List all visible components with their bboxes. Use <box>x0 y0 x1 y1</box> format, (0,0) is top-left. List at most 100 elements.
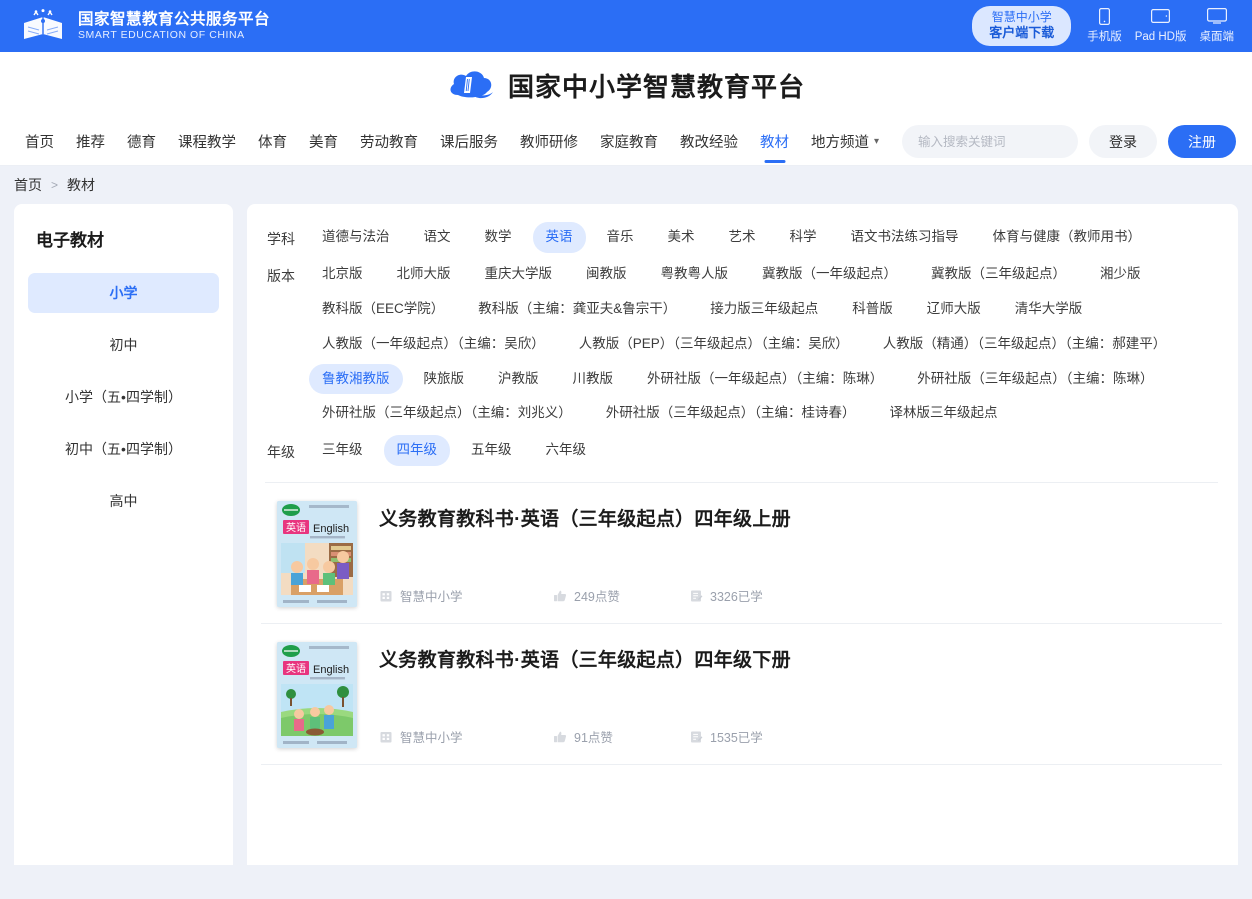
book-learned-label: 3326已学 <box>710 590 763 605</box>
device-link-mobile[interactable]: 手机版 <box>1087 7 1122 44</box>
subject-option[interactable]: 语文书法练习指导 <box>838 222 972 253</box>
open-book-logo-icon <box>24 9 62 39</box>
version-option[interactable]: 人教版（一年级起点）（主编：吴欣） <box>309 329 558 360</box>
version-option[interactable]: 教科版（EEC学院） <box>309 294 457 325</box>
subject-option[interactable]: 艺术 <box>716 222 769 253</box>
version-option[interactable]: 重庆大学版 <box>472 259 566 290</box>
book-learned: 3326已学 <box>689 586 763 605</box>
nav-item-family-education[interactable]: 家庭教育 <box>589 118 669 165</box>
version-option[interactable]: 科普版 <box>839 294 906 325</box>
main-navigation: 首页 推荐 德育 课程教学 体育 美育 劳动教育 课后服务 教师研修 家庭教育 … <box>0 118 1252 166</box>
nav-item-recommend[interactable]: 推荐 <box>65 118 116 165</box>
login-button[interactable]: 登录 <box>1089 125 1157 158</box>
version-option[interactable]: 教科版（主编：龚亚夫&鲁宗干） <box>465 294 689 325</box>
client-download-line2: 客户端下载 <box>989 24 1055 40</box>
sidebar-item-primary[interactable]: 小学 <box>28 273 219 313</box>
version-option[interactable]: 川教版 <box>560 364 627 395</box>
subject-option[interactable]: 科学 <box>777 222 830 253</box>
register-button[interactable]: 注册 <box>1168 125 1236 158</box>
subject-option[interactable]: 美术 <box>655 222 708 253</box>
device-link-pad[interactable]: Pad HD版 <box>1135 7 1187 44</box>
filter-group-subject: 学科 道德与法治 语文 数学 英语 音乐 美术 艺术 科学 语文书法练习指导 体… <box>261 220 1222 255</box>
device-link-desktop-label: 桌面端 <box>1199 31 1235 44</box>
nav-item-moral[interactable]: 德育 <box>116 118 167 165</box>
desktop-icon <box>1206 7 1227 25</box>
main-panel: 学科 道德与法治 语文 数学 英语 音乐 美术 艺术 科学 语文书法练习指导 体… <box>247 204 1238 865</box>
version-option[interactable]: 辽师大版 <box>914 294 994 325</box>
book-likes: 249点赞 <box>553 586 689 605</box>
client-download-button[interactable]: 智慧中小学 客户端下载 <box>972 6 1072 46</box>
sidebar-item-primary-54[interactable]: 小学（五•四学制） <box>28 377 219 417</box>
grade-option[interactable]: 五年级 <box>458 435 525 466</box>
book-likes-label: 249点赞 <box>574 590 620 605</box>
version-option[interactable]: 人教版（精通）（三年级起点）（主编：郝建平） <box>870 329 1180 360</box>
filter-label-grade: 年级 <box>267 444 295 461</box>
book-card[interactable]: 英语 English 义务教育教科书·英语（三年级起点）四年级上册 智慧中小学 … <box>261 483 1222 625</box>
grade-option-grade4[interactable]: 四年级 <box>383 435 450 467</box>
version-option[interactable]: 冀教版（一年级起点） <box>749 259 910 290</box>
version-option[interactable]: 外研社版（三年级起点）（主编：刘兆义） <box>309 398 585 429</box>
version-option[interactable]: 译林版三年级起点 <box>877 398 1011 429</box>
filter-group-version: 版本 北京版 北师大版 重庆大学版 闽教版 粤教粤人版 冀教版（一年级起点） 冀… <box>261 257 1222 431</box>
device-link-pad-label: Pad HD版 <box>1134 31 1187 44</box>
grade-option[interactable]: 六年级 <box>533 435 600 466</box>
version-option[interactable]: 接力版三年级起点 <box>697 294 831 325</box>
thumbs-up-icon <box>554 590 567 601</box>
subject-option[interactable]: 音乐 <box>594 222 647 253</box>
nav-item-afterschool[interactable]: 课后服务 <box>429 118 509 165</box>
nav-item-home[interactable]: 首页 <box>14 118 65 165</box>
nav-item-reform-experience[interactable]: 教改经验 <box>669 118 749 165</box>
book-publisher-label: 智慧中小学 <box>400 731 463 746</box>
version-option[interactable]: 陕旅版 <box>411 364 478 395</box>
search-box[interactable] <box>902 125 1079 158</box>
version-option[interactable]: 冀教版（三年级起点） <box>918 259 1079 290</box>
version-option-lujiaoxiangjiao[interactable]: 鲁教湘教版 <box>309 363 403 395</box>
subject-option[interactable]: 数学 <box>472 222 525 253</box>
nav-item-textbooks[interactable]: 教材 <box>749 118 800 165</box>
phone-icon <box>1098 7 1110 25</box>
version-option[interactable]: 闽教版 <box>573 259 640 290</box>
version-option[interactable]: 北师大版 <box>384 259 464 290</box>
chevron-down-icon: ▾ <box>874 136 880 147</box>
search-input[interactable] <box>918 134 1079 149</box>
book-likes-label: 91点赞 <box>574 731 613 746</box>
version-option[interactable]: 清华大学版 <box>1002 294 1096 325</box>
filter-options-version: 北京版 北师大版 重庆大学版 闽教版 粤教粤人版 冀教版（一年级起点） 冀教版（… <box>305 257 1222 431</box>
nav-item-arts[interactable]: 美育 <box>298 118 349 165</box>
version-option[interactable]: 北京版 <box>309 259 376 290</box>
subject-option-english[interactable]: 英语 <box>532 222 586 253</box>
nav-item-curriculum[interactable]: 课程教学 <box>167 118 247 165</box>
device-link-desktop[interactable]: 桌面端 <box>1199 7 1235 44</box>
sidebar-item-senior[interactable]: 高中 <box>28 481 219 521</box>
subject-option[interactable]: 语文 <box>411 222 464 253</box>
version-option[interactable]: 人教版（PEP）（三年级起点）（主编：吴欣） <box>566 329 862 360</box>
subject-option[interactable]: 道德与法治 <box>309 222 403 253</box>
filter-label-subject: 学科 <box>267 231 295 247</box>
book-title: 义务教育教科书·英语（三年级起点）四年级上册 <box>379 509 791 531</box>
version-option[interactable]: 外研社版（三年级起点）（主编：桂诗春） <box>593 398 869 429</box>
sidebar-item-junior[interactable]: 初中 <box>28 325 219 365</box>
nav-item-labor[interactable]: 劳动教育 <box>349 118 429 165</box>
version-option[interactable]: 沪教版 <box>485 364 552 395</box>
device-link-mobile-label: 手机版 <box>1087 31 1122 44</box>
nav-item-teacher-training[interactable]: 教师研修 <box>509 118 589 165</box>
book-card[interactable]: 英语 English 义务教育教科书·英语（三年级起点）四年级下册 智慧中小学 … <box>261 624 1222 766</box>
subject-option[interactable]: 体育与健康（教师用书） <box>980 222 1155 253</box>
filter-label-version: 版本 <box>267 267 295 284</box>
nav-right-group: 登录 注册 <box>902 125 1236 158</box>
gov-logo[interactable]: 国家智慧教育公共服务平台 SMART EDUCATION OF CHINA <box>20 9 270 43</box>
filter-group-grade: 年级 三年级 四年级 五年级 六年级 <box>261 433 1222 468</box>
thumbs-up-icon <box>554 731 567 742</box>
grade-option[interactable]: 三年级 <box>309 435 376 466</box>
book-info: 义务教育教科书·英语（三年级起点）四年级下册 智慧中小学 91点赞 1535已学 <box>379 642 1216 748</box>
sidebar-item-junior-54[interactable]: 初中（五•四学制） <box>28 429 219 469</box>
version-option[interactable]: 粤教粤人版 <box>648 259 742 290</box>
book-publisher-label: 智慧中小学 <box>400 590 463 605</box>
version-option[interactable]: 湘少版 <box>1087 259 1154 290</box>
breadcrumb-home[interactable]: 首页 <box>14 175 42 195</box>
version-option[interactable]: 外研社版（一年级起点）（主编：陈琳） <box>634 364 896 395</box>
version-option[interactable]: 外研社版（三年级起点）（主编：陈琳） <box>904 364 1166 395</box>
nav-item-local-channel[interactable]: 地方频道 ▾ <box>800 118 890 165</box>
nav-item-pe[interactable]: 体育 <box>247 118 298 165</box>
top-government-bar: 国家智慧教育公共服务平台 SMART EDUCATION OF CHINA 智慧… <box>0 0 1252 52</box>
